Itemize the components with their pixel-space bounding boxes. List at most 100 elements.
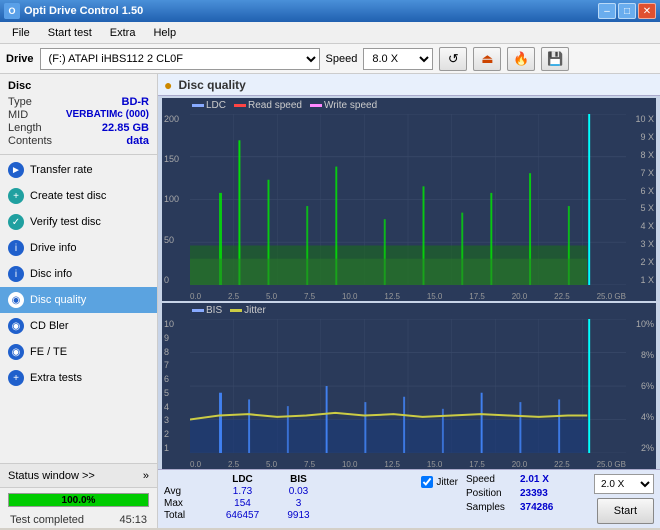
- bottom-x-10: 10.0: [342, 460, 358, 469]
- legend-jitter-label: Jitter: [244, 305, 266, 316]
- status-section: Status window >> » 100.0% Test completed…: [0, 463, 157, 528]
- top-x-10: 10.0: [342, 292, 358, 301]
- bottom-x-0: 0.0: [190, 460, 201, 469]
- menu-extra[interactable]: Extra: [102, 25, 144, 41]
- disc-mid-val: VERBATIMc (000): [66, 109, 149, 121]
- bottom-x-5: 5.0: [266, 460, 277, 469]
- legend-write-speed: Write speed: [310, 100, 377, 111]
- top-x-22.5: 22.5: [554, 292, 570, 301]
- speed-row: Speed 2.01 X: [466, 474, 586, 485]
- status-window-button[interactable]: Status window >> »: [0, 464, 157, 488]
- nav-create-test-disc-label: Create test disc: [30, 190, 106, 202]
- save-button[interactable]: 💾: [541, 47, 569, 71]
- top-y-right-1x: 1 X: [628, 275, 654, 285]
- main-area: Disc Type BD-R MID VERBATIMc (000) Lengt…: [0, 74, 660, 528]
- stats-max-label: Max: [164, 498, 214, 509]
- stats-total-bis: 9913: [271, 510, 326, 521]
- top-x-labels: 0.0 2.5 5.0 7.5 10.0 12.5 15.0 17.5 20.0…: [190, 292, 626, 301]
- stats-table: LDC BIS Avg 1.73 0.03 Max 154 3 Total 64…: [164, 474, 413, 524]
- window-controls[interactable]: – □ ✕: [598, 3, 656, 19]
- top-y-right-8x: 8 X: [628, 150, 654, 160]
- nav-fe-te-label: FE / TE: [30, 346, 67, 358]
- top-x-2.5: 2.5: [228, 292, 239, 301]
- transfer-rate-icon: ►: [8, 162, 24, 178]
- nav-disc-quality[interactable]: ◉ Disc quality: [0, 287, 157, 313]
- bottom-x-22.5: 22.5: [554, 460, 570, 469]
- read-speed-color: [234, 104, 246, 107]
- nav-transfer-rate[interactable]: ► Transfer rate: [0, 157, 157, 183]
- nav-cd-bler-label: CD Bler: [30, 320, 69, 332]
- stats-avg-ldc: 1.73: [215, 486, 270, 497]
- extra-tests-icon: +: [8, 370, 24, 386]
- title-text: O Opti Drive Control 1.50: [4, 3, 143, 19]
- menu-bar: File Start test Extra Help: [0, 22, 660, 44]
- top-x-12.5: 12.5: [384, 292, 400, 301]
- bottom-x-25: 25.0 GB: [597, 460, 626, 469]
- start-button[interactable]: Start: [597, 498, 654, 524]
- menu-start-test[interactable]: Start test: [40, 25, 100, 41]
- bottom-y-right-2pct: 2%: [628, 443, 654, 453]
- bottom-y-4: 4: [164, 402, 188, 412]
- menu-file[interactable]: File: [4, 25, 38, 41]
- stats-total-ldc: 646457: [215, 510, 270, 521]
- close-button[interactable]: ✕: [638, 3, 656, 19]
- speed-label: Speed: [466, 474, 516, 485]
- eject-button[interactable]: ⏏: [473, 47, 501, 71]
- bottom-y-labels-left: 10 9 8 7 6 5 4 3 2 1: [162, 319, 190, 453]
- progress-text: 100.0%: [62, 495, 96, 506]
- disc-contents-val: data: [126, 135, 149, 147]
- legend-write-speed-label: Write speed: [324, 100, 377, 111]
- top-y-right-6x: 6 X: [628, 186, 654, 196]
- stats-max-ldc: 154: [215, 498, 270, 509]
- verify-test-disc-icon: ✓: [8, 214, 24, 230]
- bottom-y-7: 7: [164, 360, 188, 370]
- burn-button[interactable]: 🔥: [507, 47, 535, 71]
- disc-length-val: 22.85 GB: [102, 122, 149, 134]
- nav-disc-info-label: Disc info: [30, 268, 72, 280]
- nav-disc-info[interactable]: i Disc info: [0, 261, 157, 287]
- top-x-17.5: 17.5: [469, 292, 485, 301]
- disc-quality-header: ● Disc quality: [158, 74, 660, 96]
- nav-fe-te[interactable]: ◉ FE / TE: [0, 339, 157, 365]
- title-bar: O Opti Drive Control 1.50 – □ ✕: [0, 0, 660, 22]
- disc-quality-icon: ◉: [8, 292, 24, 308]
- top-chart-legend: LDC Read speed Write speed: [192, 100, 377, 111]
- minimize-button[interactable]: –: [598, 3, 616, 19]
- bottom-x-12.5: 12.5: [384, 460, 400, 469]
- drive-label: Drive: [6, 53, 34, 65]
- nav-verify-test-disc[interactable]: ✓ Verify test disc: [0, 209, 157, 235]
- bottom-y-2: 2: [164, 429, 188, 439]
- samples-row: Samples 374286: [466, 502, 586, 513]
- nav-extra-tests[interactable]: + Extra tests: [0, 365, 157, 391]
- disc-mid-key: MID: [8, 109, 28, 121]
- stats-grid: LDC BIS Avg 1.73 0.03 Max 154 3 Total 64…: [164, 474, 413, 521]
- nav-verify-test-disc-label: Verify test disc: [30, 216, 101, 228]
- jitter-checkbox[interactable]: [421, 476, 433, 488]
- top-y-100: 100: [164, 194, 188, 204]
- nav-drive-info[interactable]: i Drive info: [0, 235, 157, 261]
- bottom-x-15: 15.0: [427, 460, 443, 469]
- stats-header-empty: [164, 474, 214, 485]
- fe-te-icon: ◉: [8, 344, 24, 360]
- jitter-section: Jitter: [421, 474, 458, 524]
- status-arrow-icon: »: [143, 470, 149, 482]
- top-y-0: 0: [164, 275, 188, 285]
- maximize-button[interactable]: □: [618, 3, 636, 19]
- menu-help[interactable]: Help: [145, 25, 184, 41]
- top-chart-svg: [190, 114, 626, 285]
- refresh-button[interactable]: ↺: [439, 47, 467, 71]
- top-x-25: 25.0 GB: [597, 292, 626, 301]
- top-x-0: 0.0: [190, 292, 201, 301]
- bottom-y-6: 6: [164, 374, 188, 384]
- position-row: Position 23393: [466, 488, 586, 499]
- drive-select[interactable]: (F:) ATAPI iHBS112 2 CL0F: [40, 48, 320, 70]
- top-y-150: 150: [164, 154, 188, 164]
- stats-header-ldc: LDC: [215, 474, 270, 485]
- nav-create-test-disc[interactable]: + Create test disc: [0, 183, 157, 209]
- top-y-right-3x: 3 X: [628, 239, 654, 249]
- speed-x-select[interactable]: 2.0 X: [594, 474, 654, 494]
- nav-cd-bler[interactable]: ◉ CD Bler: [0, 313, 157, 339]
- jitter-check-row[interactable]: Jitter: [421, 476, 458, 488]
- bottom-x-17.5: 17.5: [469, 460, 485, 469]
- speed-select[interactable]: 8.0 X: [363, 48, 433, 70]
